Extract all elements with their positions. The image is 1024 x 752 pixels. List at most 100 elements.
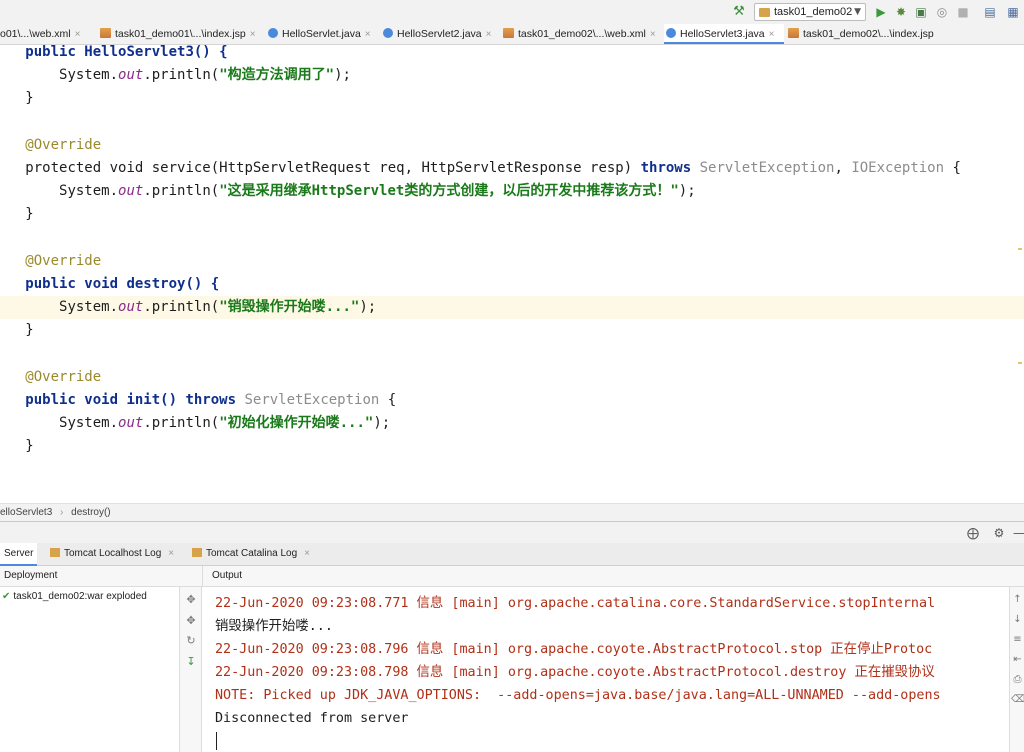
editor-tab-bar: o01\...\web.xml × task01_demo01\...\index… <box>0 24 1024 45</box>
code-token: System. <box>59 183 119 199</box>
debug-icon[interactable]: ✸ <box>893 4 909 20</box>
structure-icon[interactable]: ▤ <box>982 4 998 20</box>
close-icon[interactable]: × <box>365 29 371 40</box>
tab-label: o01\...\web.xml <box>0 28 71 40</box>
trash-icon[interactable]: ⌫ <box>1011 693 1024 707</box>
tab-web-xml-demo01[interactable]: o01\...\web.xml × <box>0 24 81 44</box>
run-configuration-select[interactable]: task01_demo02 ▼ <box>754 3 866 21</box>
tab-helloservlet3[interactable]: HelloServlet3.java × <box>664 24 784 44</box>
stop-icon[interactable]: ■ <box>955 4 971 20</box>
code-line: } <box>0 438 34 454</box>
log-icon <box>192 548 202 557</box>
console-output[interactable]: 22-Jun-2020 09:23:08.771 信息 [main] org.a… <box>203 587 1009 752</box>
jsp-file-icon <box>100 28 111 38</box>
breadcrumb-method[interactable]: destroy() <box>71 504 110 521</box>
code-token: ServletException <box>699 160 835 176</box>
tab-helloservlet2[interactable]: HelloServlet2.java × <box>381 24 492 44</box>
code-token: out <box>118 183 144 199</box>
close-icon[interactable]: × <box>304 548 310 559</box>
minimize-icon[interactable]: — <box>1011 525 1024 541</box>
tab-index-jsp-demo01[interactable]: task01_demo01\...\index.jsp × <box>98 24 256 44</box>
run-icon[interactable]: ▶ <box>873 4 889 20</box>
tab-label: task01_demo02\...\web.xml <box>518 28 646 40</box>
deploy-icon[interactable]: ✥ <box>183 592 199 608</box>
xml-file-icon <box>503 28 514 38</box>
tab-index-jsp-demo02[interactable]: task01_demo02\...\index.jsp <box>786 24 934 44</box>
scroll-to-end-icon[interactable]: ⇤ <box>1011 653 1024 667</box>
code-line-current: System.out.println("销毁操作开始喽..."); <box>0 296 1024 319</box>
deployment-item[interactable]: ✔ task01_demo02:war exploded <box>2 590 147 604</box>
code-line: System.out.println("这是采用继承HttpServlet类的方… <box>59 183 696 199</box>
breadcrumb-separator-icon: › <box>60 507 64 518</box>
code-editor[interactable]: public HelloServlet3() { System.out.prin… <box>0 45 1024 503</box>
gear-icon[interactable]: ⚙ <box>991 525 1007 541</box>
tab-web-xml-demo02[interactable]: task01_demo02\...\web.xml × <box>501 24 656 44</box>
close-icon[interactable]: × <box>75 29 81 40</box>
layout-icon[interactable]: ▦ <box>1005 4 1021 20</box>
coverage-icon[interactable]: ▣ <box>913 4 929 20</box>
warning-stripe-mark[interactable] <box>1018 248 1022 250</box>
code-token: throws <box>185 392 237 408</box>
code-line: System.out.println("初始化操作开始喽..."); <box>59 415 391 431</box>
undeploy-icon[interactable]: ✥ <box>183 613 199 629</box>
artifact-icon[interactable]: ↧ <box>183 654 199 670</box>
code-line: @Override <box>0 250 1024 273</box>
tab-tomcat-localhost-log[interactable]: Tomcat Localhost Log × <box>50 543 174 566</box>
code-token: ServletException <box>244 392 380 408</box>
code-token: throws <box>640 160 692 176</box>
constructor-signature: public HelloServlet3() { <box>25 45 228 60</box>
code-line: public void destroy() { <box>0 273 1024 296</box>
profile-icon[interactable]: ◎ <box>934 4 950 20</box>
code-line: System.out.println("构造方法调用了"); <box>59 67 351 83</box>
tab-label: task01_demo02\...\index.jsp <box>803 28 934 40</box>
tab-label: HelloServlet.java <box>282 28 361 40</box>
code-token: out <box>118 415 144 431</box>
close-icon[interactable]: × <box>250 29 256 40</box>
code-token: .println( <box>143 299 220 315</box>
code-line: public HelloServlet3() { <box>0 45 1024 64</box>
services-panel-header: ⨁ ⚙ — <box>0 521 1024 543</box>
log-icon <box>50 548 60 557</box>
tab-server[interactable]: Server <box>0 543 37 566</box>
tab-label: Tomcat Catalina Log <box>206 548 298 559</box>
deployment-label: task01_demo02:war exploded <box>13 591 147 602</box>
tab-tomcat-catalina-log[interactable]: Tomcat Catalina Log × <box>192 543 310 566</box>
tab-helloservlet[interactable]: HelloServlet.java × <box>266 24 371 44</box>
run-configuration-label: task01_demo02 <box>774 6 853 18</box>
globe-icon[interactable]: ⨁ <box>965 525 981 541</box>
code-token: System. <box>59 299 119 315</box>
close-icon[interactable]: × <box>486 29 492 40</box>
string-literal: 销毁操作开始喽... <box>227 299 351 315</box>
tab-label: task01_demo01\...\index.jsp <box>115 28 246 40</box>
text-caret <box>216 732 217 750</box>
code-line: protected void service(HttpServletReques… <box>25 160 961 176</box>
tomcat-icon <box>759 8 770 17</box>
console-line: Disconnected from server <box>215 711 409 726</box>
warning-stripe-mark[interactable] <box>1018 362 1022 364</box>
print-icon[interactable]: ⎙ <box>1011 673 1024 687</box>
refresh-icon[interactable]: ↻ <box>183 633 199 649</box>
destroy-signature: public void destroy() { <box>25 276 220 292</box>
code-line: @Override <box>0 134 1024 157</box>
annotation: @Override <box>25 369 102 385</box>
soft-wrap-icon[interactable]: ≡ <box>1011 633 1024 647</box>
hammer-icon[interactable]: ⚒ <box>731 4 747 20</box>
code-token: IOException <box>851 160 945 176</box>
breadcrumb-class[interactable]: elloServlet3 <box>0 504 52 521</box>
close-icon[interactable]: × <box>769 29 775 40</box>
console-line: 22-Jun-2020 09:23:08.798 信息 [main] org.a… <box>215 665 935 680</box>
chevron-down-icon: ▼ <box>854 7 861 17</box>
code-token: out <box>118 299 144 315</box>
code-line: } <box>0 90 34 106</box>
scroll-up-icon[interactable]: ↑ <box>1011 593 1024 607</box>
code-token: .println( <box>143 415 220 431</box>
close-icon[interactable]: × <box>168 548 174 559</box>
console-line: 22-Jun-2020 09:23:08.771 信息 [main] org.a… <box>215 596 936 611</box>
console-line: 22-Jun-2020 09:23:08.796 信息 [main] org.a… <box>215 642 933 657</box>
console-line: 销毁操作开始喽... <box>215 619 333 634</box>
java-class-icon <box>268 28 278 38</box>
code-line: } <box>0 322 34 338</box>
scroll-down-icon[interactable]: ↓ <box>1011 613 1024 627</box>
tab-label: Tomcat Localhost Log <box>64 548 162 559</box>
close-icon[interactable]: × <box>650 29 656 40</box>
